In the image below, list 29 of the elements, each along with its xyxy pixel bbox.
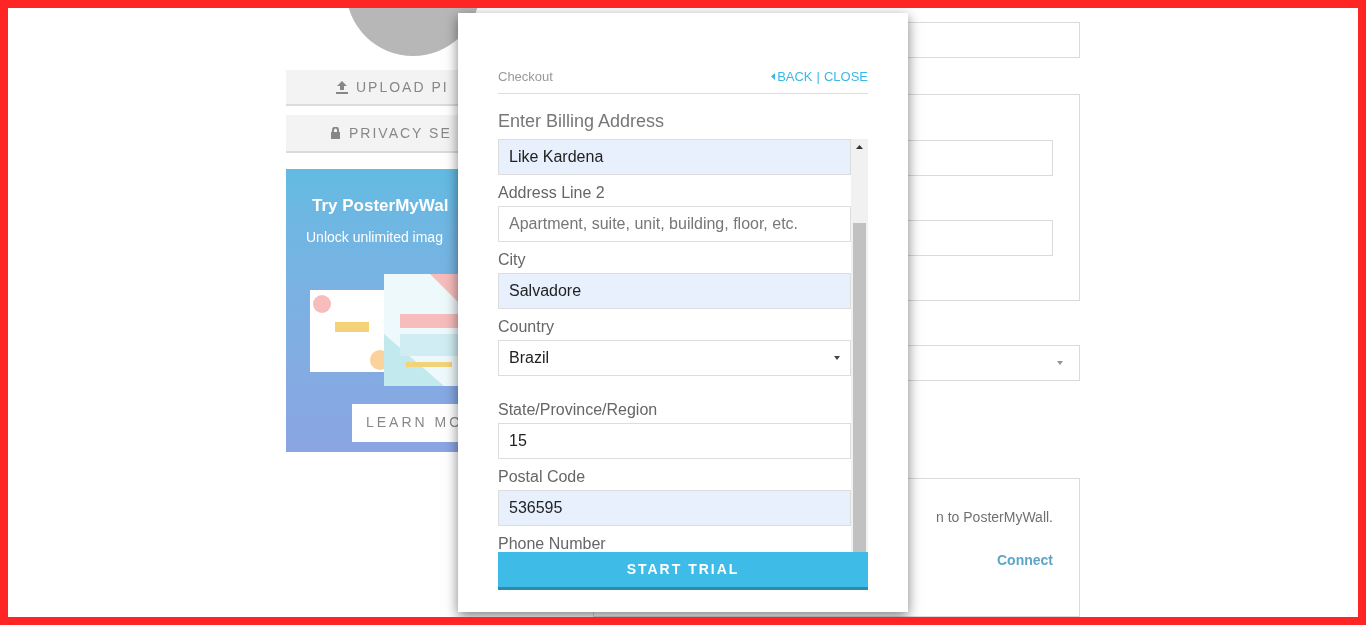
field-label: Country — [498, 316, 556, 337]
text-field[interactable]: Apartment, suite, unit, building, floor, etc. — [498, 205, 851, 242]
country-select[interactable]: Brazil — [498, 339, 851, 376]
scrollbar[interactable] — [851, 138, 868, 552]
text-field[interactable]: Like Kardena — [498, 138, 851, 175]
upload-icon — [336, 80, 348, 94]
field-label: Postal Code — [498, 466, 587, 487]
field-label: City — [498, 249, 527, 270]
lock-icon — [330, 127, 341, 139]
start-trial-button[interactable]: START TRIAL — [498, 551, 868, 590]
promo-title: Try PosterMyWal — [312, 195, 449, 217]
text-field[interactable]: 15 — [498, 422, 851, 459]
caret-icon — [1057, 361, 1063, 366]
promo-subtitle: Unlock unlimited imag — [306, 227, 443, 247]
caret-icon — [771, 73, 776, 81]
text-field[interactable]: 536595 — [498, 489, 851, 526]
field-label: State/Province/Region — [498, 399, 659, 420]
connect-link[interactable]: Connect — [997, 550, 1053, 572]
dialog-title: Checkout — [498, 68, 553, 86]
scroll-up-icon — [856, 144, 863, 149]
section-heading: Enter Billing Address — [498, 109, 666, 133]
text-field[interactable]: Salvadore — [498, 272, 851, 309]
connect-text: n to PosterMyWall. — [936, 508, 1053, 528]
caret-icon — [834, 355, 840, 360]
field-label: Address Line 2 — [498, 182, 606, 203]
back-link[interactable]: BACK — [771, 67, 813, 87]
field-label: Phone Number — [498, 533, 607, 552]
link-separator: | — [816, 68, 820, 86]
close-link[interactable]: CLOSE — [823, 67, 868, 87]
